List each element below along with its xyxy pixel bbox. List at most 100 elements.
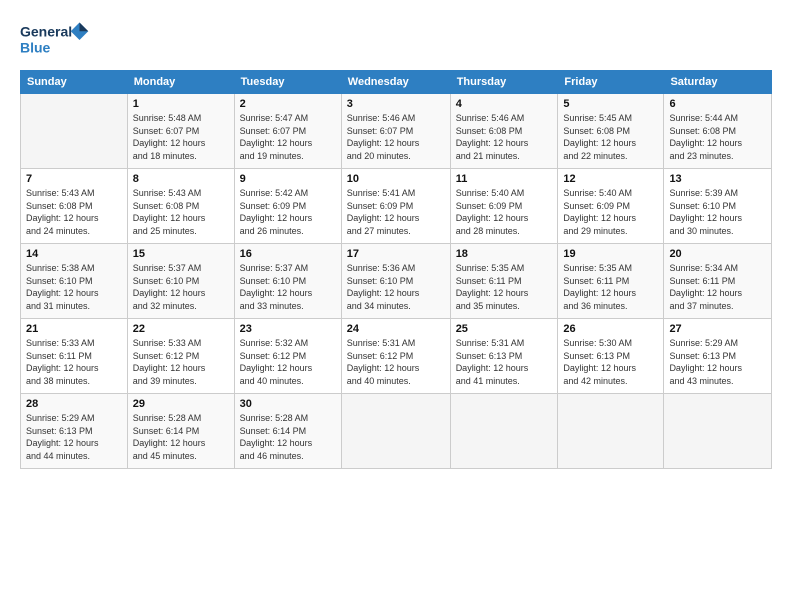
calendar-cell: 24 Sunrise: 5:31 AM Sunset: 6:12 PM Dayli… [341, 319, 450, 394]
day-number: 23 [240, 323, 336, 335]
day-number: 24 [347, 323, 445, 335]
calendar-week-row: 7 Sunrise: 5:43 AM Sunset: 6:08 PM Daylig… [21, 169, 772, 244]
day-info: Sunrise: 5:40 AM Sunset: 6:09 PM Dayligh… [456, 187, 553, 237]
calendar-cell: 20 Sunrise: 5:34 AM Sunset: 6:11 PM Dayli… [664, 244, 772, 319]
day-number: 19 [563, 248, 658, 260]
calendar-cell: 30Sunrise: 5:28 AM Sunset: 6:14 PM Dayli… [234, 394, 341, 469]
day-number: 8 [133, 173, 229, 185]
day-number: 18 [456, 248, 553, 260]
day-number: 1 [133, 98, 229, 110]
day-info: Sunrise: 5:40 AM Sunset: 6:09 PM Dayligh… [563, 187, 658, 237]
day-info: Sunrise: 5:39 AM Sunset: 6:10 PM Dayligh… [669, 187, 766, 237]
day-number: 28 [26, 398, 122, 410]
day-info: Sunrise: 5:29 AM Sunset: 6:13 PM Dayligh… [669, 337, 766, 387]
calendar-cell: 11 Sunrise: 5:40 AM Sunset: 6:09 PM Dayli… [450, 169, 558, 244]
day-number: 6 [669, 98, 766, 110]
day-number: 2 [240, 98, 336, 110]
calendar-cell: 1 Sunrise: 5:48 AM Sunset: 6:07 PM Daylig… [127, 94, 234, 169]
day-number: 9 [240, 173, 336, 185]
day-number: 17 [347, 248, 445, 260]
day-number: 3 [347, 98, 445, 110]
day-number: 4 [456, 98, 553, 110]
calendar-cell: 26 Sunrise: 5:30 AM Sunset: 6:13 PM Dayli… [558, 319, 664, 394]
calendar-cell: 16Sunrise: 5:37 AM Sunset: 6:10 PM Dayli… [234, 244, 341, 319]
day-number: 14 [26, 248, 122, 260]
calendar-cell: 18 Sunrise: 5:35 AM Sunset: 6:11 PM Dayli… [450, 244, 558, 319]
calendar-cell: 4 Sunrise: 5:46 AM Sunset: 6:08 PM Daylig… [450, 94, 558, 169]
day-info: Sunrise: 5:31 AM Sunset: 6:12 PM Dayligh… [347, 337, 445, 387]
calendar-cell: 3 Sunrise: 5:46 AM Sunset: 6:07 PM Daylig… [341, 94, 450, 169]
day-info: Sunrise: 5:28 AM Sunset: 6:14 PM Dayligh… [240, 412, 336, 462]
calendar-cell: 23 Sunrise: 5:32 AM Sunset: 6:12 PM Dayli… [234, 319, 341, 394]
calendar-cell: 13 Sunrise: 5:39 AM Sunset: 6:10 PM Dayli… [664, 169, 772, 244]
day-info: Sunrise: 5:43 AM Sunset: 6:08 PM Dayligh… [133, 187, 229, 237]
col-header-thursday: Thursday [450, 71, 558, 94]
day-number: 13 [669, 173, 766, 185]
calendar-cell: 14 Sunrise: 5:38 AM Sunset: 6:10 PM Dayli… [21, 244, 128, 319]
day-number: 11 [456, 173, 553, 185]
calendar-cell [664, 394, 772, 469]
calendar-cell: 5 Sunrise: 5:45 AM Sunset: 6:08 PM Daylig… [558, 94, 664, 169]
calendar-cell: 21 Sunrise: 5:33 AM Sunset: 6:11 PM Dayli… [21, 319, 128, 394]
day-number: 26 [563, 323, 658, 335]
calendar-cell: 12 Sunrise: 5:40 AM Sunset: 6:09 PM Dayli… [558, 169, 664, 244]
calendar-week-row: 28 Sunrise: 5:29 AM Sunset: 6:13 PM Dayli… [21, 394, 772, 469]
day-info: Sunrise: 5:38 AM Sunset: 6:10 PM Dayligh… [26, 262, 122, 312]
day-info: Sunrise: 5:35 AM Sunset: 6:11 PM Dayligh… [456, 262, 553, 312]
day-info: Sunrise: 5:32 AM Sunset: 6:12 PM Dayligh… [240, 337, 336, 387]
calendar-week-row: 21 Sunrise: 5:33 AM Sunset: 6:11 PM Dayli… [21, 319, 772, 394]
calendar-cell [558, 394, 664, 469]
svg-text:Blue: Blue [20, 39, 51, 55]
day-info: Sunrise: 5:30 AM Sunset: 6:13 PM Dayligh… [563, 337, 658, 387]
day-info: Sunrise: 5:31 AM Sunset: 6:13 PM Dayligh… [456, 337, 553, 387]
day-number: 27 [669, 323, 766, 335]
calendar-cell: 9Sunrise: 5:42 AM Sunset: 6:09 PM Daylig… [234, 169, 341, 244]
day-number: 21 [26, 323, 122, 335]
day-info: Sunrise: 5:34 AM Sunset: 6:11 PM Dayligh… [669, 262, 766, 312]
day-info: Sunrise: 5:46 AM Sunset: 6:08 PM Dayligh… [456, 112, 553, 162]
calendar-cell: 2 Sunrise: 5:47 AM Sunset: 6:07 PM Daylig… [234, 94, 341, 169]
day-number: 5 [563, 98, 658, 110]
col-header-wednesday: Wednesday [341, 71, 450, 94]
calendar-cell: 17 Sunrise: 5:36 AM Sunset: 6:10 PM Dayli… [341, 244, 450, 319]
day-number: 12 [563, 173, 658, 185]
day-info: Sunrise: 5:29 AM Sunset: 6:13 PM Dayligh… [26, 412, 122, 462]
day-info: Sunrise: 5:33 AM Sunset: 6:12 PM Dayligh… [133, 337, 229, 387]
calendar-cell: 15 Sunrise: 5:37 AM Sunset: 6:10 PM Dayli… [127, 244, 234, 319]
day-info: Sunrise: 5:44 AM Sunset: 6:08 PM Dayligh… [669, 112, 766, 162]
calendar-cell [21, 94, 128, 169]
svg-text:General: General [20, 24, 72, 40]
day-info: Sunrise: 5:47 AM Sunset: 6:07 PM Dayligh… [240, 112, 336, 162]
day-number: 20 [669, 248, 766, 260]
day-info: Sunrise: 5:46 AM Sunset: 6:07 PM Dayligh… [347, 112, 445, 162]
calendar-cell: 10Sunrise: 5:41 AM Sunset: 6:09 PM Dayli… [341, 169, 450, 244]
day-info: Sunrise: 5:33 AM Sunset: 6:11 PM Dayligh… [26, 337, 122, 387]
calendar-cell: 28 Sunrise: 5:29 AM Sunset: 6:13 PM Dayli… [21, 394, 128, 469]
day-number: 16 [240, 248, 336, 260]
header: General Blue [20, 18, 772, 62]
calendar-week-row: 1 Sunrise: 5:48 AM Sunset: 6:07 PM Daylig… [21, 94, 772, 169]
col-header-friday: Friday [558, 71, 664, 94]
calendar-header-row: SundayMondayTuesdayWednesdayThursdayFrid… [21, 71, 772, 94]
calendar-cell: 27 Sunrise: 5:29 AM Sunset: 6:13 PM Dayli… [664, 319, 772, 394]
day-number: 29 [133, 398, 229, 410]
day-info: Sunrise: 5:35 AM Sunset: 6:11 PM Dayligh… [563, 262, 658, 312]
day-info: Sunrise: 5:36 AM Sunset: 6:10 PM Dayligh… [347, 262, 445, 312]
col-header-tuesday: Tuesday [234, 71, 341, 94]
day-number: 22 [133, 323, 229, 335]
calendar-cell: 6 Sunrise: 5:44 AM Sunset: 6:08 PM Daylig… [664, 94, 772, 169]
day-info: Sunrise: 5:48 AM Sunset: 6:07 PM Dayligh… [133, 112, 229, 162]
day-number: 15 [133, 248, 229, 260]
day-info: Sunrise: 5:43 AM Sunset: 6:08 PM Dayligh… [26, 187, 122, 237]
day-info: Sunrise: 5:45 AM Sunset: 6:08 PM Dayligh… [563, 112, 658, 162]
col-header-saturday: Saturday [664, 71, 772, 94]
calendar-cell [341, 394, 450, 469]
calendar-cell [450, 394, 558, 469]
day-info: Sunrise: 5:37 AM Sunset: 6:10 PM Dayligh… [133, 262, 229, 312]
logo: General Blue [20, 18, 90, 62]
calendar-cell: 19 Sunrise: 5:35 AM Sunset: 6:11 PM Dayli… [558, 244, 664, 319]
calendar-cell: 25Sunrise: 5:31 AM Sunset: 6:13 PM Dayli… [450, 319, 558, 394]
day-number: 7 [26, 173, 122, 185]
page: General Blue SundayMondayTuesdayWednesda… [0, 0, 792, 612]
calendar-week-row: 14 Sunrise: 5:38 AM Sunset: 6:10 PM Dayli… [21, 244, 772, 319]
